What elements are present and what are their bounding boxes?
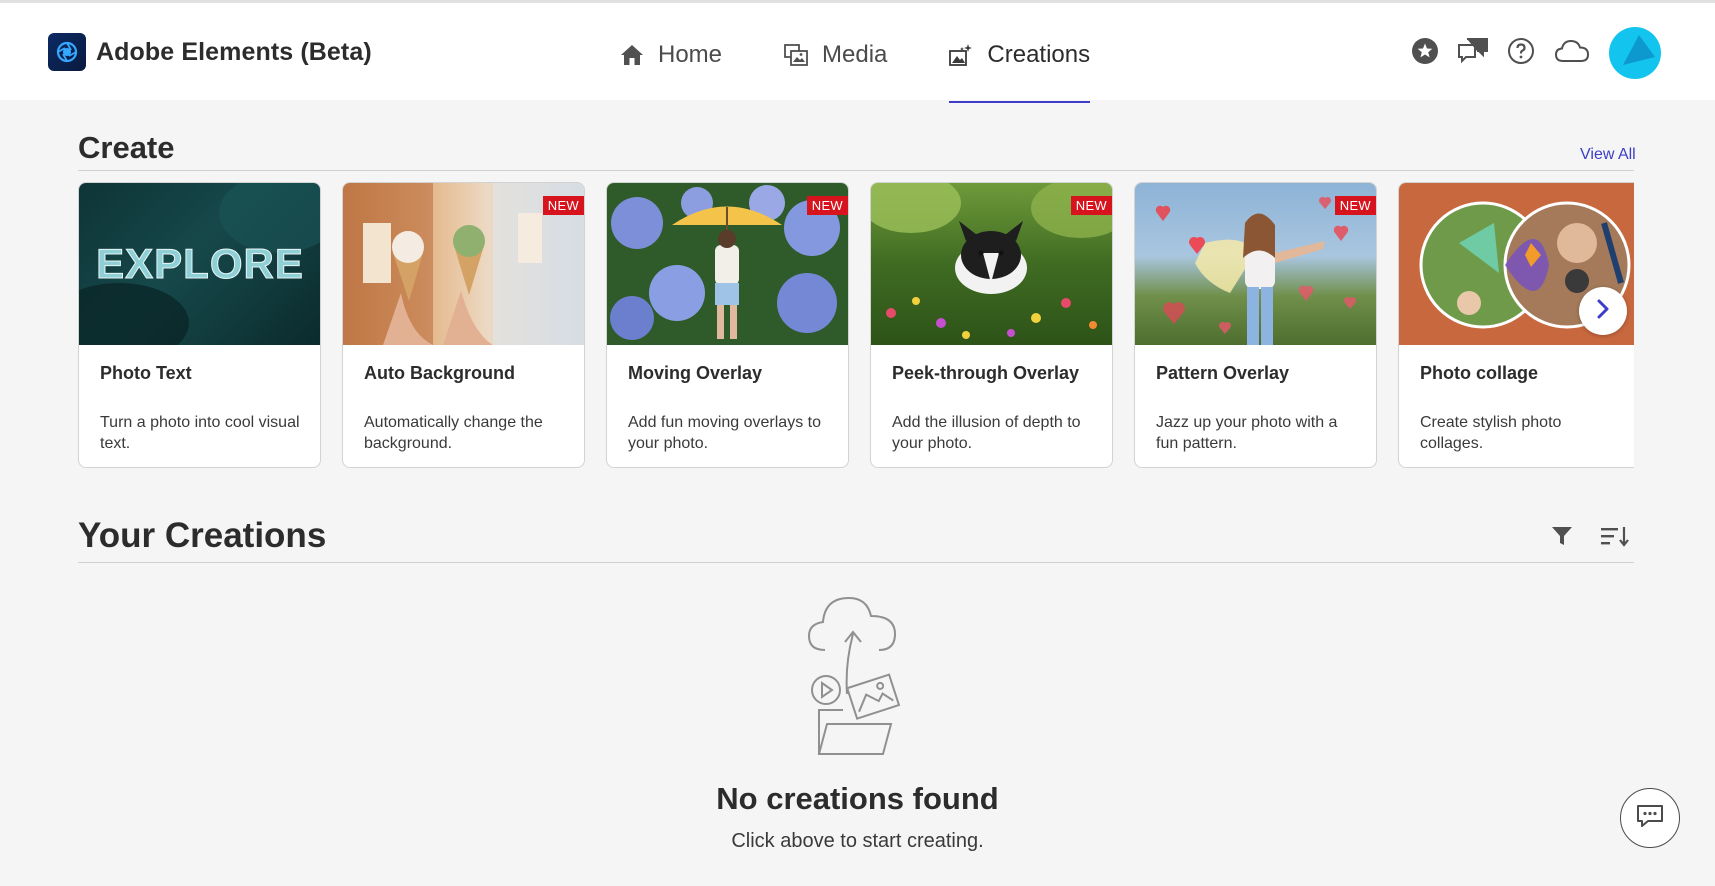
header-actions xyxy=(1405,27,1661,79)
help-button[interactable] xyxy=(1501,28,1541,78)
card-title: Photo collage xyxy=(1420,363,1539,383)
new-badge: NEW xyxy=(1334,196,1376,215)
tab-creations-label: Creations xyxy=(987,40,1091,68)
creations-divider xyxy=(78,562,1634,563)
cloud-icon xyxy=(1554,38,1590,69)
create-card-pattern-overlay[interactable]: NEW Pattern Overlay Jazz up your photo w… xyxy=(1134,182,1377,468)
tab-creations[interactable]: Creations xyxy=(949,6,1090,103)
card-description: Automatically change the background. xyxy=(364,414,543,452)
avatar[interactable] xyxy=(1609,27,1661,79)
media-icon xyxy=(784,43,808,67)
adobe-elements-logo-icon xyxy=(48,33,86,71)
card-description: Add fun moving overlays to your photo. xyxy=(628,414,821,452)
new-badge: NEW xyxy=(806,196,848,215)
creations-icon xyxy=(949,43,973,67)
sort-button[interactable] xyxy=(1600,523,1630,553)
create-card-photo-text[interactable]: EXPLORE Photo Text Turn a photo into coo… xyxy=(78,182,321,468)
create-card-peek-through-overlay[interactable]: NEW Peek-through Overlay Add the illusio… xyxy=(870,182,1113,468)
empty-state-subtitle: Click above to start creating. xyxy=(731,830,984,852)
empty-state-illustration xyxy=(805,594,905,763)
your-creations-title: Your Creations xyxy=(78,516,327,555)
card-description: Jazz up your photo with a fun pattern. xyxy=(1156,414,1338,452)
new-badge: NEW xyxy=(1070,196,1112,215)
app-header: Adobe Elements (Beta) Home Media Creatio… xyxy=(0,0,1715,103)
tab-home[interactable]: Home xyxy=(620,6,722,103)
main-nav: Home Media Creations xyxy=(620,6,1152,103)
chat-icon xyxy=(1636,803,1664,834)
filter-icon xyxy=(1551,525,1573,552)
star-icon xyxy=(1411,37,1439,70)
star-button[interactable] xyxy=(1405,28,1445,78)
sort-icon xyxy=(1600,525,1630,552)
create-card-moving-overlay[interactable]: NEW Moving Overlay Add fun moving overla… xyxy=(606,182,849,468)
feedback-icon xyxy=(1457,37,1489,70)
create-card-auto-background[interactable]: NEW Auto Background Automatically change… xyxy=(342,182,585,468)
chat-button[interactable] xyxy=(1620,788,1680,848)
card-title: Photo Text xyxy=(100,363,192,383)
home-icon xyxy=(620,44,644,66)
feedback-button[interactable] xyxy=(1453,28,1493,78)
new-badge: NEW xyxy=(542,196,584,215)
card-description: Turn a photo into cool visual text. xyxy=(100,414,300,452)
brand[interactable]: Adobe Elements (Beta) xyxy=(48,33,372,71)
create-divider xyxy=(78,170,1634,171)
cloud-button[interactable] xyxy=(1549,28,1595,78)
empty-state-title: No creations found xyxy=(716,781,999,816)
card-thumb-text: EXPLORE xyxy=(96,240,304,287)
tab-media-label: Media xyxy=(822,40,888,68)
view-all-link[interactable]: View All xyxy=(1580,146,1636,164)
card-title: Pattern Overlay xyxy=(1156,363,1290,383)
chevron-right-icon xyxy=(1595,298,1611,325)
card-title: Peek-through Overlay xyxy=(892,363,1080,383)
help-icon xyxy=(1507,37,1535,70)
create-section-title: Create xyxy=(78,130,175,165)
filter-button[interactable] xyxy=(1547,523,1577,553)
card-description: Add the illusion of depth to your photo. xyxy=(892,414,1081,452)
app-title: Adobe Elements (Beta) xyxy=(96,37,372,66)
create-cards-carousel: EXPLORE Photo Text Turn a photo into coo… xyxy=(78,182,1634,470)
card-description: Create stylish photo collages. xyxy=(1420,414,1562,452)
card-title: Moving Overlay xyxy=(628,363,763,383)
card-thumbnail: EXPLORE xyxy=(79,183,320,345)
tab-media[interactable]: Media xyxy=(784,6,887,103)
tab-home-label: Home xyxy=(658,40,723,68)
carousel-next-button[interactable] xyxy=(1579,287,1627,335)
card-title: Auto Background xyxy=(364,363,515,383)
